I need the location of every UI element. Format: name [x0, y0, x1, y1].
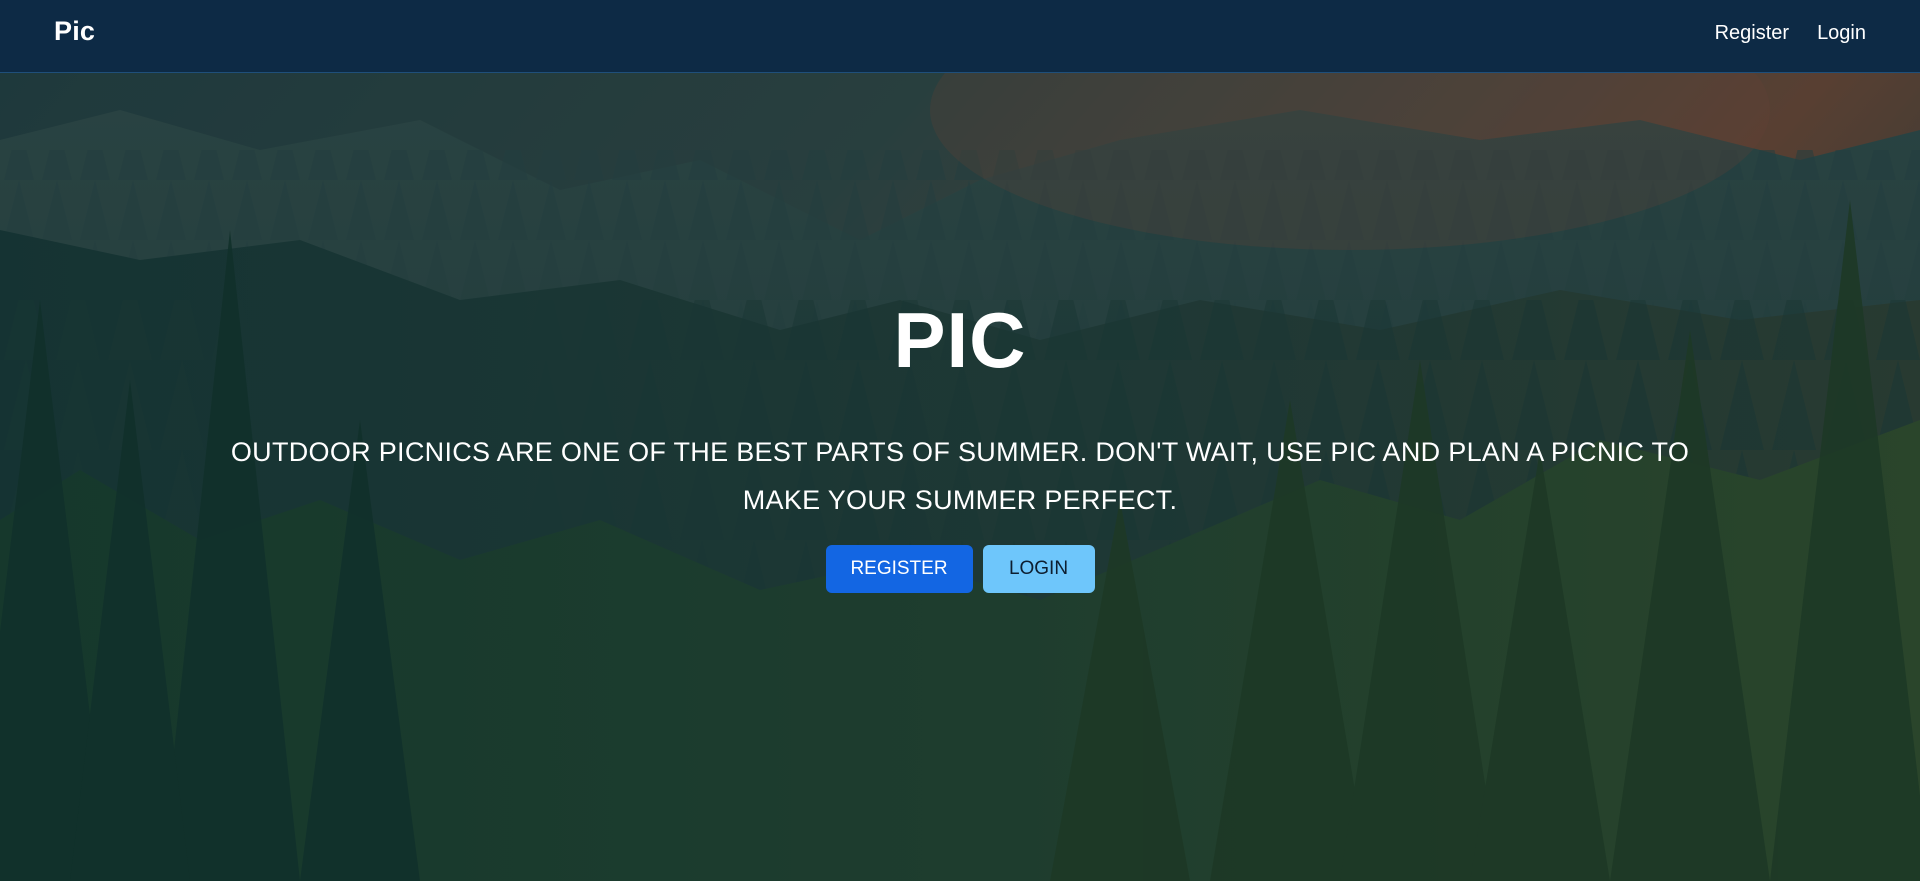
- hero-title: PIC: [893, 296, 1027, 384]
- hero-buttons: REGISTER LOGIN: [0, 545, 1920, 593]
- register-button[interactable]: REGISTER: [825, 545, 973, 593]
- landing-page: Pic Register Login PIC Outdoor picnics a…: [0, 0, 1920, 881]
- nav-links: Register Login: [1715, 22, 1866, 45]
- hero-subtitle: Outdoor picnics are one of the best part…: [230, 437, 1690, 515]
- brand-logo-link[interactable]: Pic: [54, 16, 95, 47]
- login-button[interactable]: LOGIN: [982, 545, 1095, 593]
- nav-login-link[interactable]: Login: [1817, 22, 1866, 45]
- top-navbar: Pic Register Login: [0, 0, 1920, 73]
- hero-section: PIC Outdoor picnics are one of the best …: [0, 0, 1920, 881]
- nav-register-link[interactable]: Register: [1715, 22, 1789, 45]
